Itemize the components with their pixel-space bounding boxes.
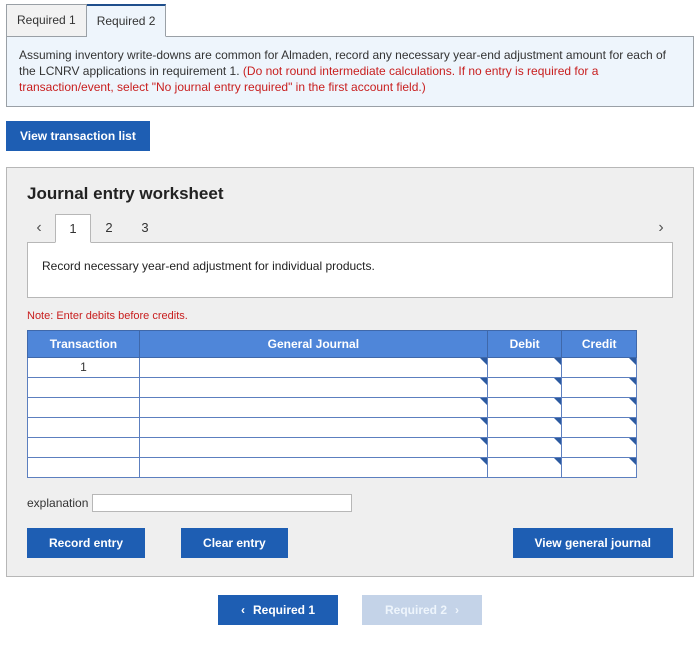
explanation-label: explanation (27, 496, 88, 510)
explanation-input[interactable] (92, 494, 352, 512)
worksheet-title: Journal entry worksheet (27, 184, 673, 204)
explanation-row: explanation (27, 494, 673, 512)
top-tab-strip: Required 1 Required 2 (0, 4, 700, 37)
cell-debit[interactable] (487, 357, 562, 377)
bottom-nav: ‹ Required 1 Required 2 › (0, 595, 700, 625)
table-row (28, 457, 637, 477)
record-entry-button[interactable]: Record entry (27, 528, 145, 558)
cell-debit[interactable] (487, 397, 562, 417)
cell-transaction (28, 457, 140, 477)
panel-buttons: Record entry Clear entry View general jo… (27, 528, 673, 558)
prev-required-label: Required 1 (253, 603, 315, 617)
cell-credit[interactable] (562, 357, 637, 377)
cell-transaction (28, 417, 140, 437)
slide-tab-1[interactable]: 1 (55, 214, 91, 243)
cell-transaction-1: 1 (28, 357, 140, 377)
tab-required-1[interactable]: Required 1 (6, 4, 87, 37)
chevron-left-icon: ‹ (241, 603, 245, 617)
slide-tab-3[interactable]: 3 (127, 214, 163, 243)
cell-credit[interactable] (562, 397, 637, 417)
slide-tab-2[interactable]: 2 (91, 214, 127, 243)
cell-transaction (28, 397, 140, 417)
next-arrow-icon[interactable]: › (649, 219, 673, 237)
cell-debit[interactable] (487, 417, 562, 437)
slide-content: Record necessary year-end adjustment for… (27, 242, 673, 298)
tab-required-2[interactable]: Required 2 (87, 4, 167, 37)
slide-tabs: 1 2 3 (55, 214, 163, 243)
table-row (28, 397, 637, 417)
cell-account[interactable] (139, 417, 487, 437)
col-header-general-journal: General Journal (139, 330, 487, 357)
col-header-credit: Credit (562, 330, 637, 357)
view-transaction-list-button[interactable]: View transaction list (6, 121, 150, 151)
cell-credit[interactable] (562, 417, 637, 437)
table-row (28, 437, 637, 457)
cell-credit[interactable] (562, 377, 637, 397)
instruction-box: Assuming inventory write-downs are commo… (6, 36, 694, 107)
note-text: Note: Enter debits before credits. (27, 310, 673, 322)
cell-transaction (28, 377, 140, 397)
cell-account[interactable] (139, 377, 487, 397)
col-header-transaction: Transaction (28, 330, 140, 357)
table-row (28, 417, 637, 437)
journal-table: Transaction General Journal Debit Credit… (27, 330, 637, 478)
cell-debit[interactable] (487, 437, 562, 457)
table-row (28, 377, 637, 397)
col-header-debit: Debit (487, 330, 562, 357)
slide-nav: ‹ 1 2 3 › (27, 214, 673, 243)
next-required-label: Required 2 (385, 603, 447, 617)
cell-debit[interactable] (487, 377, 562, 397)
cell-account[interactable] (139, 437, 487, 457)
cell-credit[interactable] (562, 457, 637, 477)
chevron-right-icon: › (455, 603, 459, 617)
cell-account[interactable] (139, 397, 487, 417)
table-row: 1 (28, 357, 637, 377)
next-required-button: Required 2 › (362, 595, 482, 625)
prev-arrow-icon[interactable]: ‹ (27, 219, 51, 237)
cell-account[interactable] (139, 357, 487, 377)
cell-transaction (28, 437, 140, 457)
slide-text: Record necessary year-end adjustment for… (42, 259, 375, 273)
cell-account[interactable] (139, 457, 487, 477)
view-general-journal-button[interactable]: View general journal (513, 528, 673, 558)
cell-debit[interactable] (487, 457, 562, 477)
prev-required-button[interactable]: ‹ Required 1 (218, 595, 338, 625)
journal-worksheet-panel: Journal entry worksheet ‹ 1 2 3 › Record… (6, 167, 694, 577)
clear-entry-button[interactable]: Clear entry (181, 528, 288, 558)
cell-credit[interactable] (562, 437, 637, 457)
